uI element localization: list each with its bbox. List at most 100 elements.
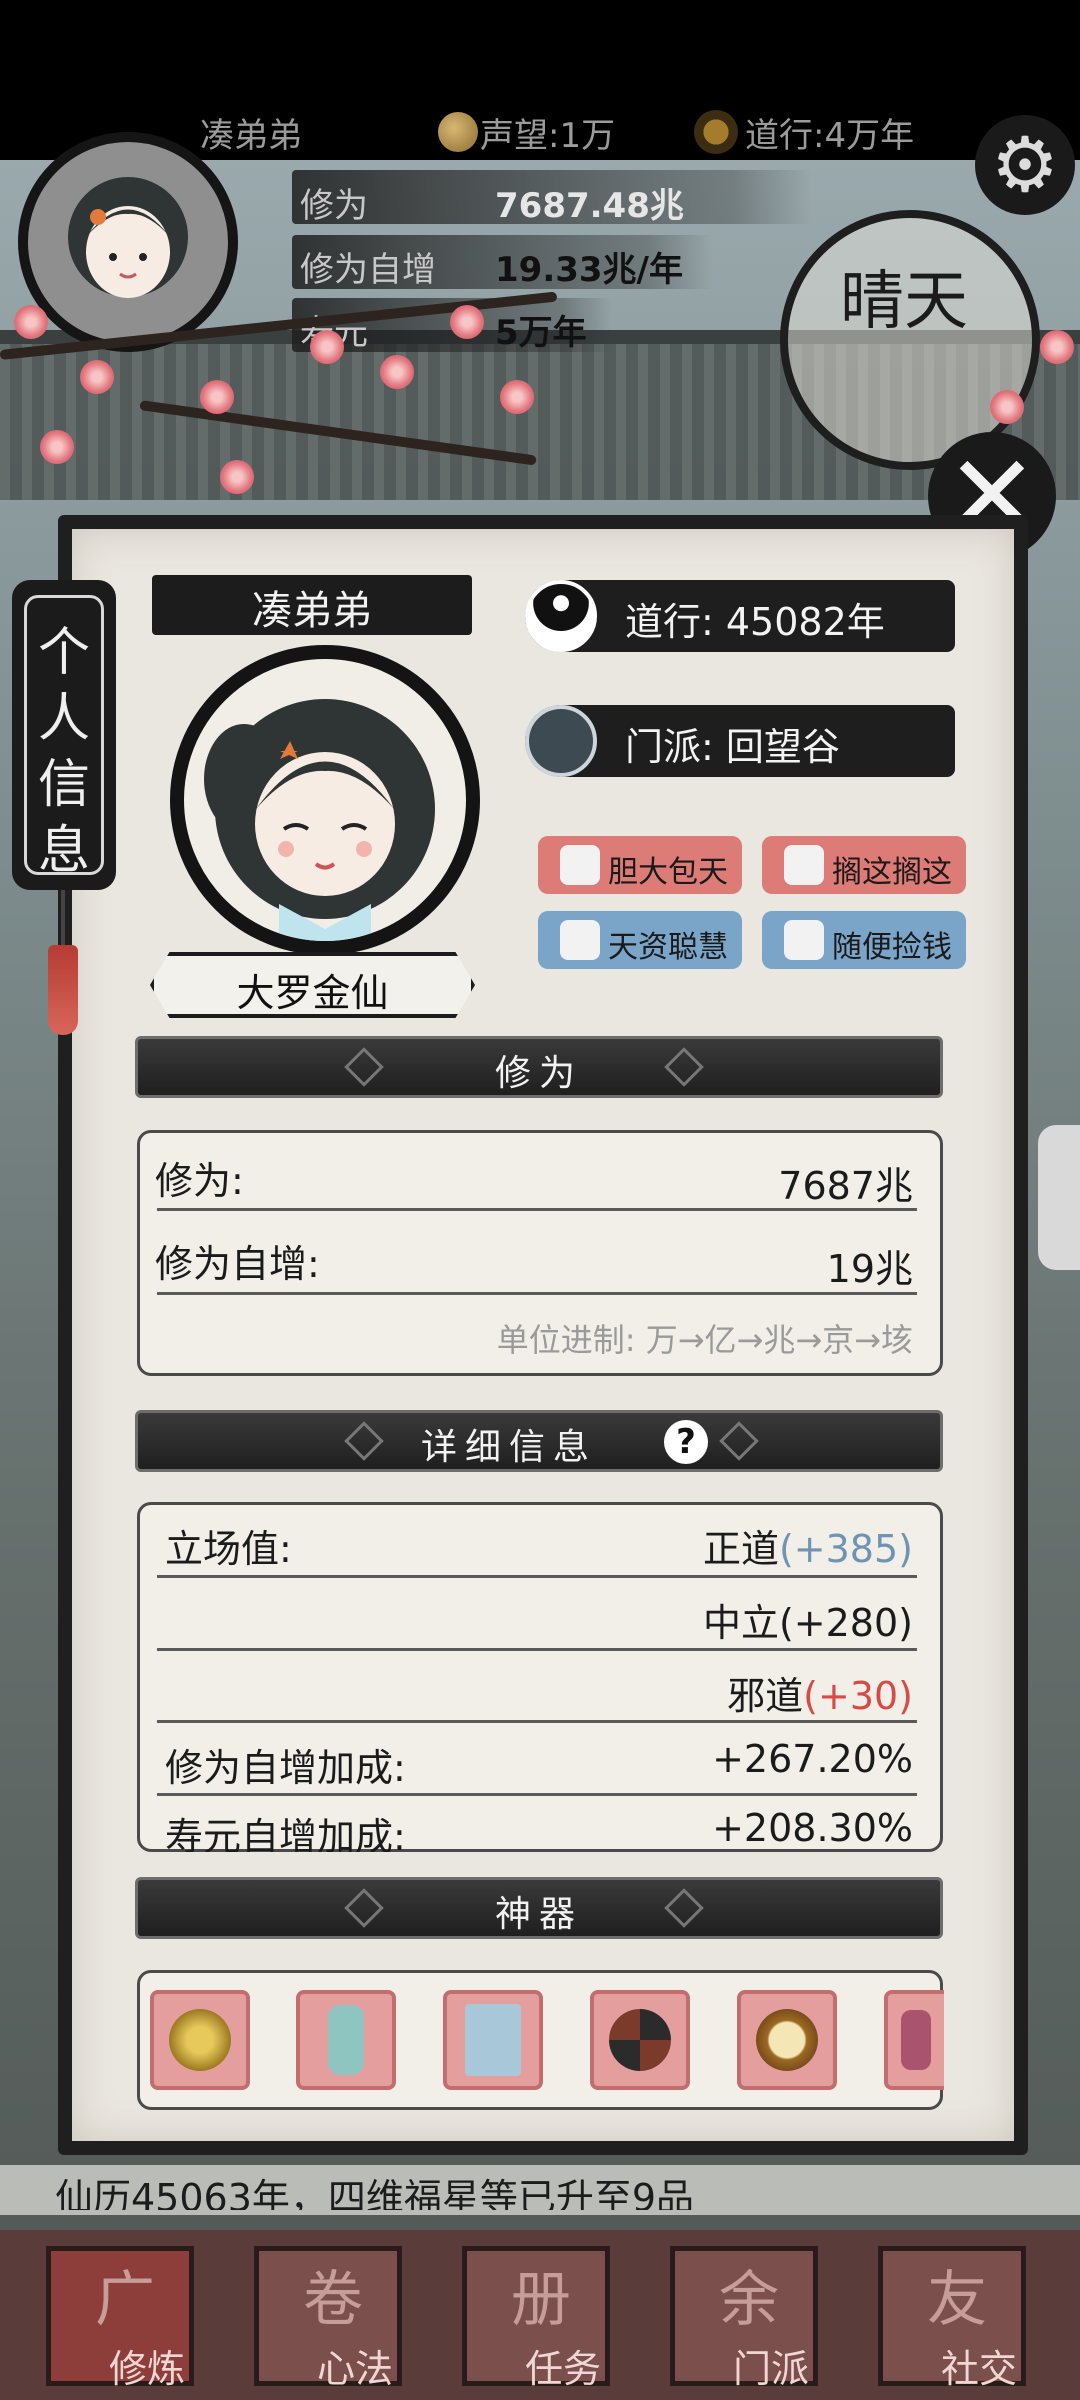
- avatar-character-icon: [68, 177, 188, 298]
- trait-label: 胆大包天: [608, 855, 728, 890]
- social-icon: 友: [927, 2265, 987, 2335]
- section-title: 详细信息: [420, 1427, 597, 1468]
- divider: [157, 1575, 917, 1578]
- header-player-name: 凑弟弟: [200, 116, 302, 156]
- hairpin-icon: [901, 2010, 931, 2070]
- gear-icon: ⚙: [990, 120, 1060, 209]
- blossom-icon: [220, 460, 254, 494]
- stance-righteous: 正道(+385): [703, 1518, 913, 1573]
- dao-value: 道行: 45082年: [625, 600, 885, 644]
- nav-label: 任务: [524, 2347, 601, 2391]
- character-portrait-icon: [204, 699, 435, 941]
- pouch-icon: [784, 845, 824, 885]
- bell-icon: [169, 2009, 231, 2071]
- unit-note: 单位进制: 万→亿→兆→京→垓: [496, 1321, 913, 1359]
- stance-bonus: (+30): [803, 1674, 913, 1718]
- artifact-slot[interactable]: [884, 1990, 944, 2090]
- nav-techniques[interactable]: 卷 心法: [254, 2246, 402, 2391]
- lifespan-value: 5万年: [495, 313, 587, 353]
- cultivation-value: 7687.48兆: [495, 186, 684, 226]
- divider: [157, 1292, 917, 1295]
- fist-icon: [784, 920, 824, 960]
- row-label: 修为自增:: [155, 1242, 320, 1286]
- temple-icon: [525, 705, 597, 777]
- quest-book-icon: 册: [511, 2265, 571, 2335]
- cut-row-value: +208.30%: [712, 1806, 913, 1850]
- character-portrait: [170, 645, 480, 955]
- news-text: 仙历45063年，四维福星等已升至9品: [55, 2176, 695, 2210]
- trait-label: 随便捡钱: [832, 930, 952, 965]
- row-value: 7687兆: [778, 1164, 913, 1208]
- artifact-slot[interactable]: [590, 1990, 690, 2090]
- cultivate-icon: 广: [95, 2265, 155, 2335]
- stance-name: 邪道: [727, 1674, 804, 1718]
- nav-label: 社交: [940, 2347, 1017, 2391]
- blossom-icon: [380, 355, 414, 389]
- pouch-icon: [560, 845, 600, 885]
- divider: [157, 1793, 917, 1796]
- header-prestige: 声望:1万: [480, 116, 616, 156]
- artifact-slot[interactable]: [443, 1990, 543, 2090]
- sect-value: 门派: 回望谷: [625, 725, 840, 769]
- header-dao: 道行:4万年: [745, 116, 915, 156]
- jade-pendant-icon: [328, 2005, 364, 2075]
- section-title: 神器: [494, 1894, 583, 1935]
- nav-cultivate[interactable]: 广 修炼: [46, 2246, 194, 2391]
- character-name: 凑弟弟: [252, 588, 372, 634]
- mirror-icon: [756, 2009, 818, 2071]
- trait-label: 搁这搁这: [832, 855, 952, 890]
- book-icon: [465, 2004, 521, 2076]
- prestige-coin-icon: [438, 112, 478, 152]
- scroll-icon: [560, 920, 600, 960]
- row-label: 修为:: [155, 1159, 244, 1203]
- nav-label: 修炼: [108, 2347, 185, 2391]
- bonus-label: 修为自增加成:: [165, 1746, 406, 1790]
- blossom-icon: [450, 305, 484, 339]
- avatar[interactable]: [18, 132, 238, 352]
- nav-label: 门派: [732, 2347, 809, 2391]
- blossom-icon: [80, 360, 114, 394]
- cultivation-rate-label: 修为自增: [300, 250, 436, 290]
- nav-social[interactable]: 友 社交: [878, 2246, 1026, 2391]
- section-title: 修为: [494, 1053, 583, 1094]
- sect-icon: 余: [719, 2265, 779, 2335]
- artifact-slot[interactable]: [150, 1990, 250, 2090]
- tassel-icon: [48, 945, 78, 1035]
- realm-text: 大罗金仙: [236, 971, 389, 1015]
- artifact-slot[interactable]: [296, 1990, 396, 2090]
- stance-neutral: 中立(+280): [703, 1592, 913, 1647]
- cut-row-label: 寿元自增加成:: [165, 1815, 406, 1852]
- scroll-icon: 卷: [303, 2265, 363, 2335]
- stance-name: 中立: [702, 1601, 779, 1645]
- tassel-cord: [61, 890, 65, 950]
- stance-name: 正道: [702, 1527, 779, 1571]
- stance-label: 立场值:: [165, 1527, 292, 1571]
- blossom-icon: [310, 330, 344, 364]
- settings-button[interactable]: ⚙: [975, 115, 1075, 215]
- blossom-icon: [990, 390, 1024, 424]
- cultivation-rate-value: 19.33兆/年: [495, 250, 683, 290]
- stance-bonus: (+385): [778, 1527, 913, 1571]
- blossom-icon: [14, 305, 48, 339]
- weather-text: 晴天: [840, 265, 968, 339]
- stance-evil: 邪道(+30): [727, 1665, 913, 1720]
- artifact-slot[interactable]: [737, 1990, 837, 2090]
- nav-quests[interactable]: 册 任务: [462, 2246, 610, 2391]
- taiji-icon: [525, 580, 597, 652]
- nav-label: 心法: [316, 2347, 393, 2391]
- row-value: 19兆: [826, 1247, 913, 1291]
- blossom-icon: [40, 430, 74, 464]
- blossom-icon: [500, 380, 534, 414]
- umbrella-icon: [609, 2009, 671, 2071]
- divider: [157, 1208, 917, 1211]
- help-button[interactable]: ?: [664, 1420, 708, 1464]
- blossom-icon: [1040, 330, 1074, 364]
- nav-sect[interactable]: 余 门派: [670, 2246, 818, 2391]
- trait-label: 天资聪慧: [608, 930, 728, 965]
- stance-bonus: (+280): [778, 1601, 913, 1645]
- taiji-icon: [694, 110, 738, 154]
- cut-row-clip: 寿元自增加成: +208.30%: [137, 1800, 943, 1852]
- side-drawer-handle[interactable]: [1038, 1125, 1080, 1270]
- divider: [157, 1648, 917, 1651]
- blossom-icon: [200, 380, 234, 414]
